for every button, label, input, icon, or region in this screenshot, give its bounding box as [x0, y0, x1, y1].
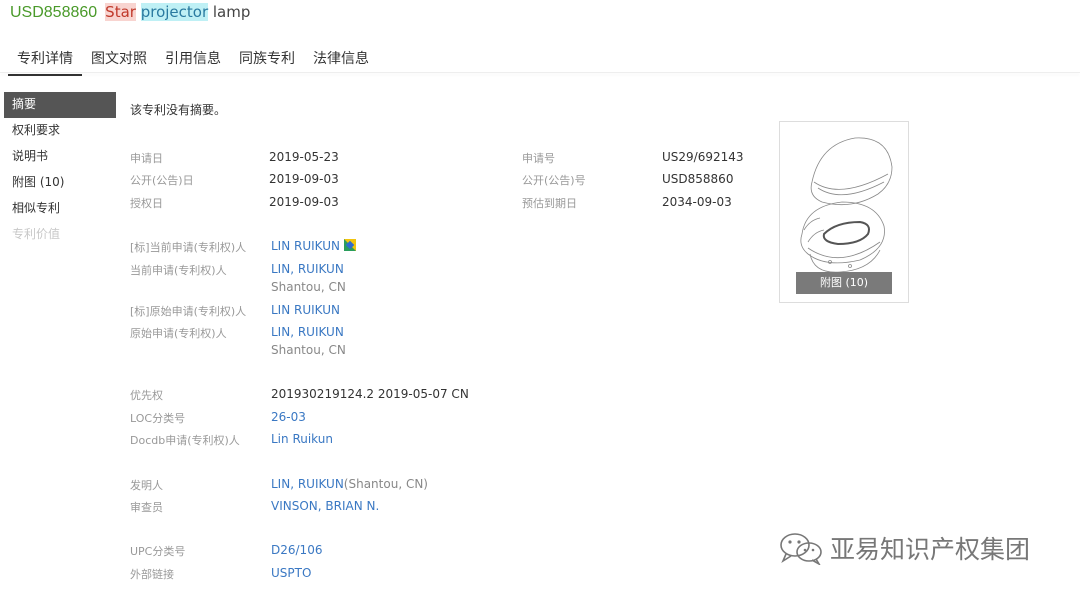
- sidebar-item-value: 专利价值: [12, 227, 61, 241]
- title-highlight-projector: projector: [140, 3, 209, 21]
- current-applicant-location: Shantou, CN: [271, 280, 346, 294]
- loc-label: LOC分类号: [130, 412, 186, 425]
- grant-date-label: 授权日: [130, 197, 163, 210]
- tab-divider: [0, 72, 1080, 73]
- std-original-applicant-link[interactable]: LIN RUIKUN: [271, 303, 340, 317]
- figure-button[interactable]: 附图 (10): [796, 272, 892, 294]
- sidebar-item-claims[interactable]: 权利要求: [4, 118, 116, 144]
- current-applicant-label: 当前申请(专利权)人: [130, 264, 227, 277]
- loc-link[interactable]: 26-03: [271, 410, 306, 424]
- inventor-location: (Shantou, CN): [343, 477, 428, 491]
- sidebar-item-similar[interactable]: 相似专利: [4, 196, 116, 222]
- expiry-label: 预估到期日: [522, 197, 577, 210]
- std-current-applicant-link[interactable]: LIN RUIKUN: [271, 239, 340, 253]
- title-highlight-star: Star: [105, 3, 136, 21]
- patent-number: USD858860: [10, 4, 98, 21]
- external-link-label: 外部链接: [130, 568, 174, 581]
- publication-no: USD858860: [662, 172, 734, 186]
- figure-thumbnail[interactable]: 附图 (10): [779, 121, 909, 303]
- upc-link[interactable]: D26/106: [271, 543, 322, 557]
- expiry-date: 2034-09-03: [662, 195, 732, 209]
- publication-date-label: 公开(公告)日: [130, 174, 194, 187]
- application-date: 2019-05-23: [269, 150, 339, 164]
- priority-value: 201930219124.2 2019-05-07 CN: [271, 387, 469, 401]
- application-no-label: 申请号: [522, 152, 555, 165]
- examiner-link[interactable]: VINSON, BRIAN N.: [271, 499, 379, 513]
- inventor-value: LIN, RUIKUN(Shantou, CN): [271, 477, 428, 491]
- watermark-text: 亚易知识产权集团: [830, 535, 1031, 564]
- watermark: 亚易知识产权集团: [778, 530, 1030, 566]
- sidebar-item-description[interactable]: 说明书: [4, 144, 116, 170]
- application-date-label: 申请日: [130, 152, 163, 165]
- abstract-text: 该专利没有摘要。: [130, 103, 227, 117]
- std-original-applicant-label: [标]原始申请(专利权)人: [130, 305, 247, 318]
- inventor-link[interactable]: LIN, RUIKUN: [271, 477, 344, 491]
- sidebar: 摘要 权利要求 说明书 附图 (10) 相似专利 专利价值: [4, 92, 116, 248]
- priority-label: 优先权: [130, 389, 163, 402]
- current-applicant-link[interactable]: LIN, RUIKUN: [271, 262, 344, 276]
- std-current-applicant: LIN RUIKUN: [271, 239, 356, 253]
- docdb-link[interactable]: Lin Ruikun: [271, 432, 333, 446]
- original-applicant-location: Shantou, CN: [271, 343, 346, 357]
- std-current-applicant-label: [标]当前申请(专利权)人: [130, 241, 247, 254]
- external-link[interactable]: USPTO: [271, 566, 311, 580]
- inventor-label: 发明人: [130, 479, 163, 492]
- application-no: US29/692143: [662, 150, 744, 164]
- original-applicant-label: 原始申请(专利权)人: [130, 327, 227, 340]
- title-rest: lamp: [208, 3, 251, 21]
- examiner-label: 审查员: [130, 501, 163, 514]
- sidebar-item-drawings[interactable]: 附图 (10): [4, 170, 116, 196]
- upc-label: UPC分类号: [130, 545, 186, 558]
- publication-no-label: 公开(公告)号: [522, 174, 586, 187]
- sidebar-item-abstract[interactable]: 摘要: [4, 92, 116, 118]
- docdb-label: Docdb申请(专利权)人: [130, 434, 240, 447]
- applicant-flag-icon[interactable]: [343, 239, 356, 251]
- publication-date: 2019-09-03: [269, 172, 339, 186]
- grant-date: 2019-09-03: [269, 195, 339, 209]
- patent-title: USD858860 Star projector lamp: [10, 3, 250, 22]
- wechat-icon: [780, 533, 822, 565]
- original-applicant-link[interactable]: LIN, RUIKUN: [271, 325, 344, 339]
